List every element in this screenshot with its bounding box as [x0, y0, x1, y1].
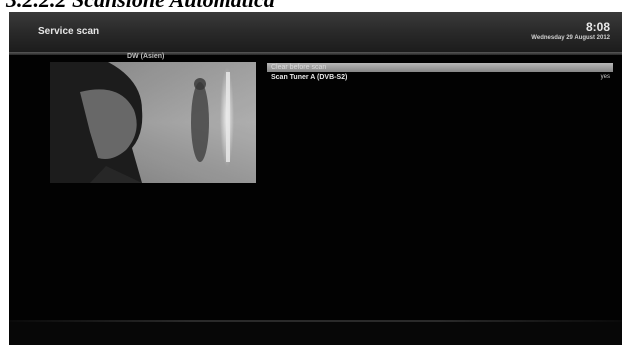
screen-title: Service scan [38, 26, 100, 37]
manual-page: 3.2.2.2 Scansione Automatica Service sca… [0, 0, 631, 354]
menu-item-scan-tuner-a[interactable]: Scan Tuner A (DVB-S2) yes [267, 73, 613, 82]
menu-item-clear-before-scan[interactable]: Clear before scan [267, 63, 613, 72]
date: Wednesday 29 August 2012 [531, 35, 610, 41]
menu-item-label: Scan Tuner A (DVB-S2) [271, 74, 348, 81]
scan-options-list: Clear before scan Scan Tuner A (DVB-S2) … [267, 63, 613, 83]
video-preview [50, 62, 256, 183]
clock: 8:08 [585, 20, 610, 34]
video-preview-image [50, 62, 256, 183]
preview-channel-name: DW (Asien) [127, 53, 165, 60]
tv-screen: Service scan 8:08 Wednesday 29 August 20… [9, 12, 622, 345]
header-divider [9, 52, 622, 55]
header-bar: Service scan 8:08 Wednesday 29 August 20… [9, 12, 622, 52]
menu-item-value: yes [600, 74, 610, 80]
footer-bar [9, 322, 622, 345]
manual-section-heading: 3.2.2.2 Scansione Automatica [6, 0, 275, 11]
menu-item-label: Clear before scan [271, 64, 327, 71]
